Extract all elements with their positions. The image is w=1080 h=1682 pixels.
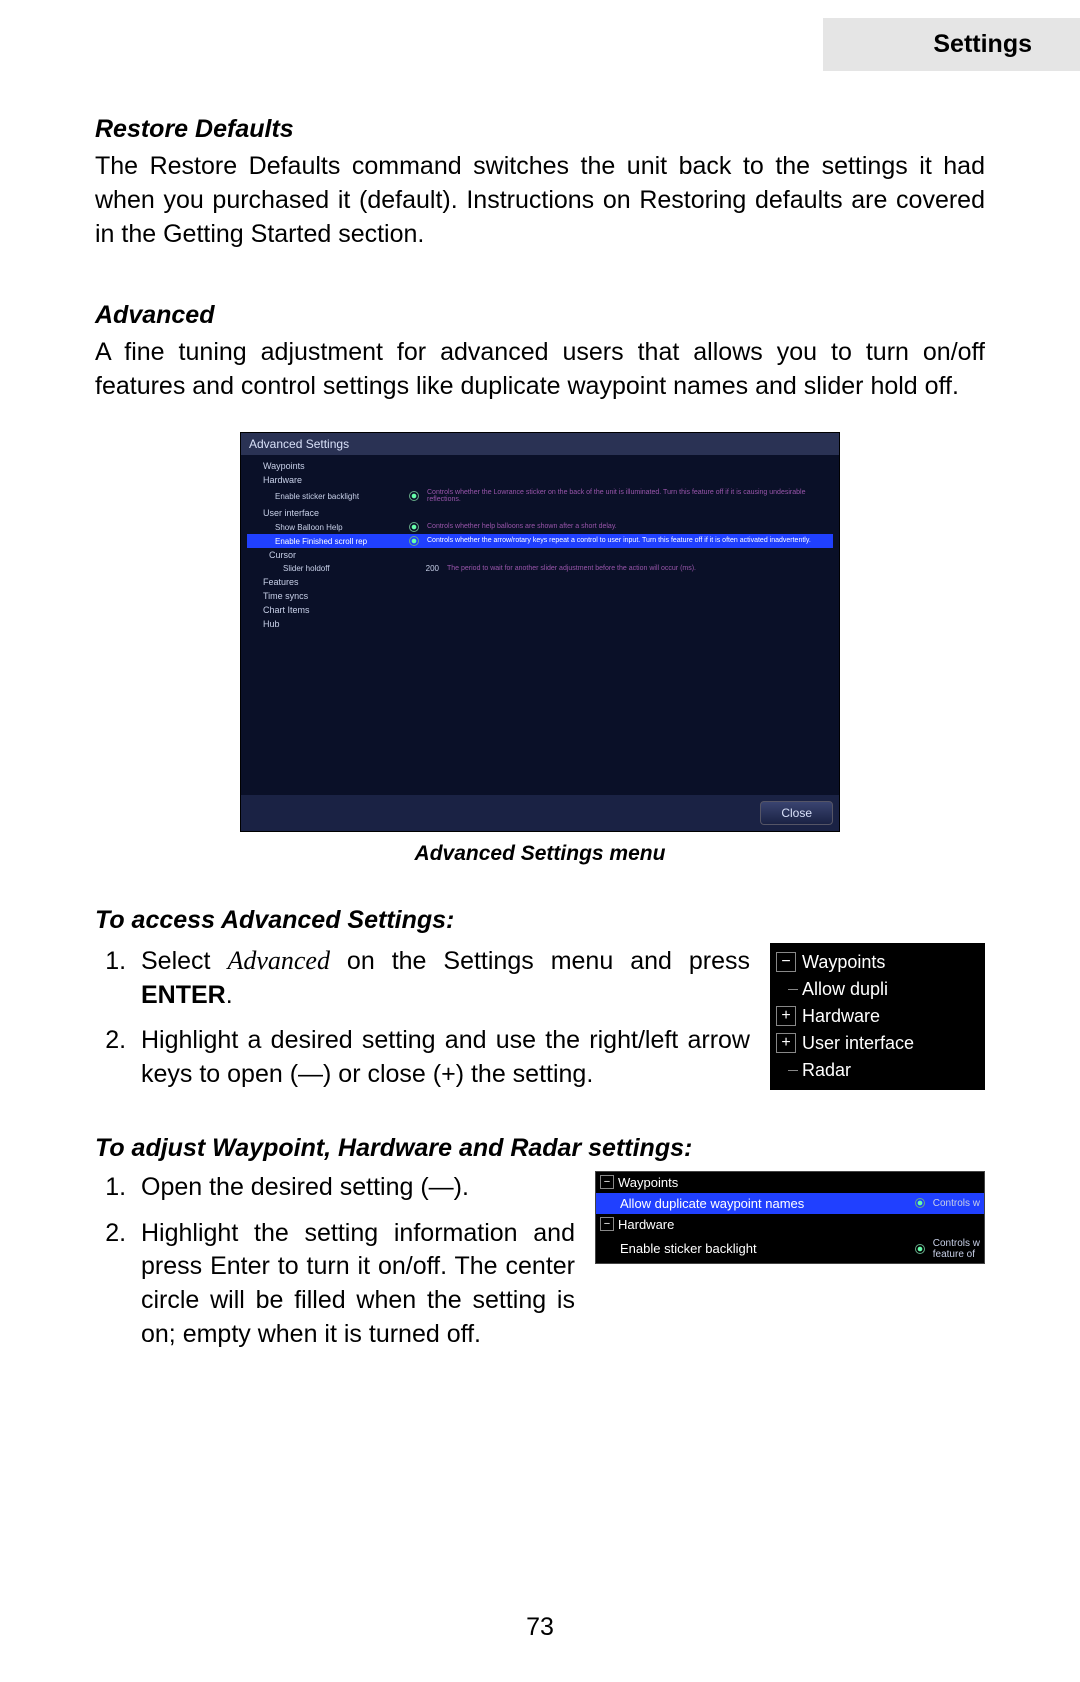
para-restore-defaults: The Restore Defaults command switches th… <box>95 150 985 251</box>
tree-chart-items: Chart Items <box>251 605 401 615</box>
minus-icon: − <box>600 1217 614 1231</box>
step-access-2: Highlight a desired setting and use the … <box>133 1024 750 1092</box>
step-adjust-2: Highlight the setting information and pr… <box>133 1217 575 1352</box>
plus-icon: + <box>776 1033 796 1053</box>
tree-hub: Hub <box>251 619 401 629</box>
heading-advanced: Advanced <box>95 301 985 330</box>
radio-icon <box>409 536 419 546</box>
radio-icon <box>409 491 419 501</box>
figure-caption: Advanced Settings menu <box>240 842 840 866</box>
tree-time-sync: Time syncs <box>251 591 401 601</box>
minus-icon: − <box>776 952 796 972</box>
figure-settings-snippet: −Waypoints Allow duplicate waypoint name… <box>595 1171 985 1264</box>
item-show-balloon: Show Balloon Help <box>251 523 401 532</box>
desc-show-balloon: Controls whether help balloons are shown… <box>427 523 829 531</box>
heading-adjust-settings: To adjust Waypoint, Hardware and Radar s… <box>95 1134 985 1163</box>
item-enable-backlight: Enable sticker backlight <box>251 492 401 501</box>
desc-enable-finished: Controls whether the arrow/rotary keys r… <box>427 537 829 545</box>
heading-restore-defaults: Restore Defaults <box>95 115 985 144</box>
dialog-title: Advanced Settings <box>241 433 839 455</box>
step-access-1: Select Advanced on the Settings menu and… <box>133 943 750 1013</box>
desc-enable-backlight: Controls whether the Lowrance sticker on… <box>427 489 829 504</box>
item-slider-holdoff: Slider holdoff <box>251 564 401 573</box>
tree-hardware: Hardware <box>251 475 401 485</box>
heading-access-advanced: To access Advanced Settings: <box>95 906 985 935</box>
page-number: 73 <box>0 1613 1080 1642</box>
desc-slider-holdoff: The period to wait for another slider ad… <box>447 565 829 573</box>
figure-advanced-settings: Advanced Settings Waypoints Hardware Ena… <box>240 432 840 866</box>
page-header-tab: Settings <box>823 18 1080 71</box>
value-slider-holdoff: 200 <box>409 564 439 573</box>
tree-features: Features <box>251 577 401 587</box>
tree-ui: User interface <box>251 508 401 518</box>
step-adjust-1: Open the desired setting (—). <box>133 1171 575 1205</box>
item-enable-finished: Enable Finished scroll rep <box>251 537 401 546</box>
tree-cursor: Cursor <box>251 550 401 560</box>
minus-icon: − <box>600 1175 614 1189</box>
radio-icon <box>409 522 419 532</box>
radio-icon <box>915 1244 925 1254</box>
radio-icon <box>915 1198 925 1208</box>
close-button[interactable]: Close <box>760 801 833 825</box>
figure-tree-snippet: −Waypoints Allow dupli +Hardware +User i… <box>770 943 985 1090</box>
para-advanced: A fine tuning adjustment for advanced us… <box>95 336 985 404</box>
plus-icon: + <box>776 1006 796 1026</box>
tree-waypoints: Waypoints <box>251 461 401 471</box>
